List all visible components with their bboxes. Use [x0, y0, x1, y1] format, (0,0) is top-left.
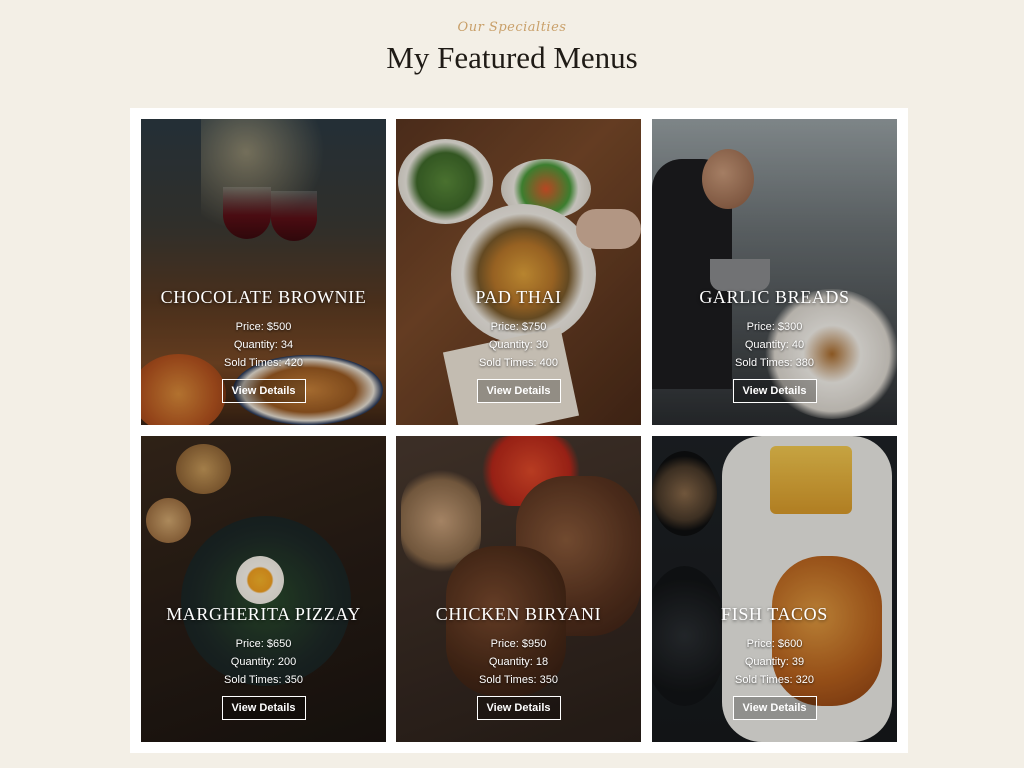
menu-grid-panel: CHOCOLATE BROWNIE Price: $500 Quantity: …	[130, 108, 908, 753]
menu-price: Price: $600	[746, 638, 803, 650]
menu-quantity: Quantity: 40	[744, 339, 805, 351]
menu-quantity: Quantity: 30	[488, 339, 549, 351]
menu-quantity: Quantity: 39	[744, 656, 805, 668]
menu-card-margherita-pizzay[interactable]: MARGHERITA PIZZAY Price: $650 Quantity: …	[141, 436, 386, 742]
menu-price: Price: $650	[235, 638, 292, 650]
menu-sold-times: Sold Times: 350	[479, 674, 558, 686]
menu-price: Price: $300	[746, 321, 803, 333]
menu-card-chicken-biryani[interactable]: CHICKEN BIRYANI Price: $950 Quantity: 18…	[396, 436, 641, 742]
menu-card-chocolate-brownie[interactable]: CHOCOLATE BROWNIE Price: $500 Quantity: …	[141, 119, 386, 425]
menu-sold-times: Sold Times: 420	[224, 357, 303, 369]
menu-card-fish-tacos[interactable]: FISH TACOS Price: $600 Quantity: 39 Sold…	[652, 436, 897, 742]
menu-sold-times: Sold Times: 400	[479, 357, 558, 369]
view-details-button[interactable]: View Details	[221, 379, 306, 403]
menu-price: Price: $750	[490, 321, 547, 333]
menu-name: CHICKEN BIRYANI	[435, 604, 602, 624]
menu-sold-times: Sold Times: 380	[735, 357, 814, 369]
menu-quantity: Quantity: 200	[230, 656, 297, 668]
menu-name: GARLIC BREADS	[699, 287, 850, 307]
menu-name: FISH TACOS	[721, 604, 828, 624]
view-details-button[interactable]: View Details	[732, 696, 817, 720]
menu-sold-times: Sold Times: 320	[735, 674, 814, 686]
menu-quantity: Quantity: 18	[488, 656, 549, 668]
menu-card-garlic-breads[interactable]: GARLIC BREADS Price: $300 Quantity: 40 S…	[652, 119, 897, 425]
section-title: My Featured Menus	[386, 40, 638, 75]
menu-card-pad-thai[interactable]: PAD THAI Price: $750 Quantity: 30 Sold T…	[396, 119, 641, 425]
menu-price: Price: $500	[235, 321, 292, 333]
menu-price: Price: $950	[490, 638, 547, 650]
menu-name: MARGHERITA PIZZAY	[166, 604, 361, 624]
view-details-button[interactable]: View Details	[221, 696, 306, 720]
menu-name: CHOCOLATE BROWNIE	[160, 287, 367, 307]
menu-quantity: Quantity: 34	[233, 339, 294, 351]
view-details-button[interactable]: View Details	[476, 379, 561, 403]
menu-name: PAD THAI	[475, 287, 562, 307]
view-details-button[interactable]: View Details	[732, 379, 817, 403]
menu-sold-times: Sold Times: 350	[224, 674, 303, 686]
view-details-button[interactable]: View Details	[476, 696, 561, 720]
section-eyebrow: Our Specialties	[457, 20, 567, 35]
